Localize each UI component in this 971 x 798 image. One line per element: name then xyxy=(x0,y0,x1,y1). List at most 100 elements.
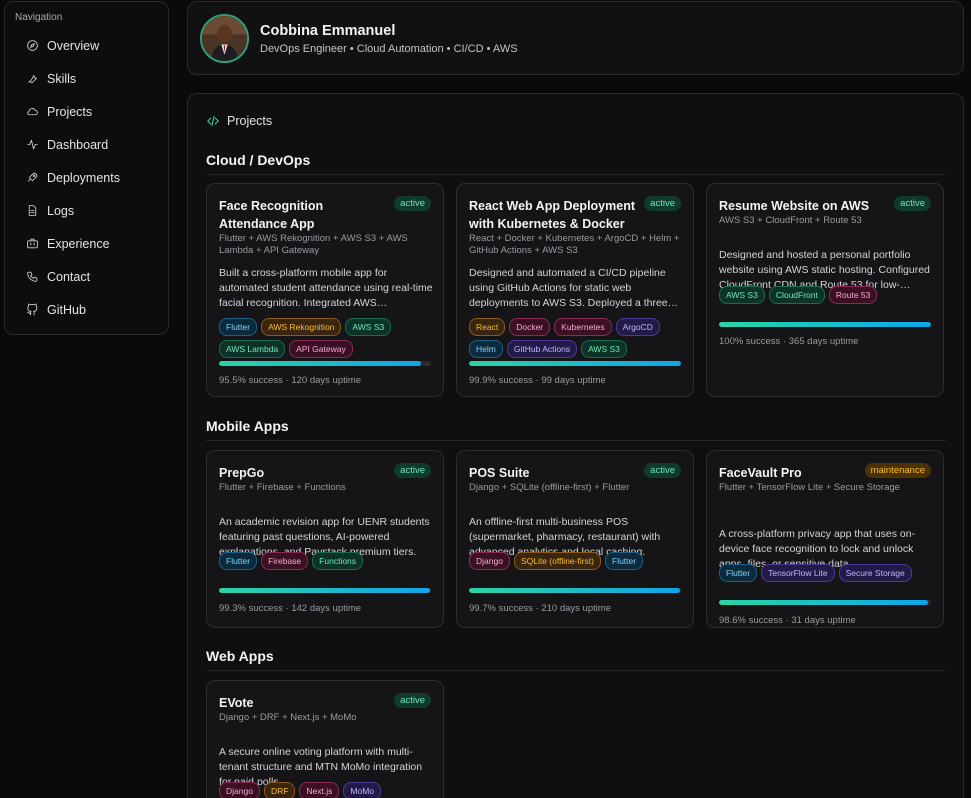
tech-tag: Helm xyxy=(469,340,503,358)
tech-tag: Flutter xyxy=(219,552,258,570)
tech-tag: DRF xyxy=(263,782,296,798)
project-title: EVote xyxy=(219,696,254,710)
sidebar-item-dashboard[interactable]: Dashboard xyxy=(13,128,160,161)
tag-list: React Docker Kubernetes ArgoCD Helm GitHub Ac… xyxy=(469,318,689,358)
sidebar-item-label: Dashboard xyxy=(47,137,109,152)
section-title: Cloud / DevOps xyxy=(206,152,311,168)
success-bar-fill xyxy=(719,322,931,327)
tech-tag: AWS Rekognition xyxy=(261,318,342,336)
project-card[interactable]: EVote active Django + DRF + Next.js + MoMo… xyxy=(206,680,444,798)
briefcase-icon xyxy=(25,237,39,251)
project-stack: Flutter + Firebase + Functions xyxy=(219,482,346,493)
tag-list: Django DRF Next.js MoMo xyxy=(219,782,439,798)
status-badge: active xyxy=(394,196,431,211)
sidebar-item-contact[interactable]: Contact xyxy=(13,260,160,293)
success-bar-fill xyxy=(719,600,929,605)
sidebar-item-label: Overview xyxy=(47,38,100,53)
project-title: Resume Website on AWS xyxy=(719,199,870,213)
sidebar-item-experience[interactable]: Experience xyxy=(13,227,160,260)
tech-tag: ArgoCD xyxy=(615,318,660,336)
profile-subtitle: DevOps Engineer • Cloud Automation • CI/… xyxy=(260,43,518,55)
success-bar xyxy=(219,361,431,366)
profile-name: Cobbina Emmanuel xyxy=(260,23,396,39)
tech-tag: CloudFront xyxy=(768,286,825,304)
profile-header: Cobbina Emmanuel DevOps Engineer • Cloud… xyxy=(187,1,964,75)
sidebar-item-label: GitHub xyxy=(47,302,86,317)
sidebar-item-label: Skills xyxy=(47,71,77,86)
tech-tag: Secure Storage xyxy=(838,564,912,582)
project-stack: Django + SQLite (offline-first) + Flutte… xyxy=(469,482,630,493)
project-description: Designed and automated a CI/CD pipeline … xyxy=(469,267,679,309)
project-card[interactable]: React Web App Deployment with Kubernetes… xyxy=(456,183,694,397)
success-bar xyxy=(719,322,931,327)
compass-icon xyxy=(25,39,39,53)
sidebar: Navigation Overview Skills Projects Dash… xyxy=(4,1,169,335)
tech-tag: Next.js xyxy=(299,782,340,798)
sidebar-item-deployments[interactable]: Deployments xyxy=(13,161,160,194)
project-card[interactable]: Resume Website on AWS active AWS S3 + Clou… xyxy=(706,183,944,397)
project-stack: React + Docker + Kubernetes + ArgoCD + H… xyxy=(469,233,680,256)
sidebar-item-github[interactable]: GitHub xyxy=(13,293,160,326)
tech-tag: AWS Lambda xyxy=(219,340,286,358)
project-stack: Flutter + AWS Rekognition + AWS S3 + AWS… xyxy=(219,233,408,256)
tech-tag: AWS S3 xyxy=(345,318,392,336)
code-icon xyxy=(207,115,219,127)
success-bar-fill xyxy=(219,361,422,366)
phone-icon xyxy=(25,270,39,284)
project-card[interactable]: PrepGo active Flutter + Firebase + Functio… xyxy=(206,450,444,628)
section-divider xyxy=(206,440,946,441)
tech-tag: Functions xyxy=(312,552,364,570)
sidebar-item-projects[interactable]: Projects xyxy=(13,95,160,128)
tech-tag: MoMo xyxy=(343,782,382,798)
tech-tag: GitHub Actions xyxy=(506,340,578,358)
tech-tag: Django xyxy=(469,552,510,570)
cloud-icon xyxy=(25,105,39,119)
section-title: Mobile Apps xyxy=(206,418,289,434)
tech-tag: Firebase xyxy=(261,552,309,570)
sidebar-title: Navigation xyxy=(15,12,63,23)
project-title: FaceVault Pro xyxy=(719,466,802,480)
sidebar-item-skills[interactable]: Skills xyxy=(13,62,160,95)
status-badge: active xyxy=(394,463,431,478)
tech-tag: AWS S3 xyxy=(581,340,627,358)
tech-tag: Flutter xyxy=(605,552,644,570)
sidebar-item-label: Deployments xyxy=(47,170,120,185)
project-stats: 99.9% success · 99 days uptime xyxy=(469,375,606,386)
sidebar-item-label: Projects xyxy=(47,104,93,119)
project-title: Face Recognition Attendance App xyxy=(219,199,324,231)
status-badge: active xyxy=(894,196,931,211)
section-divider xyxy=(206,670,946,671)
success-bar-fill xyxy=(219,588,430,593)
tech-tag: Django xyxy=(219,782,260,798)
tech-tag: AWS S3 xyxy=(719,286,765,304)
sidebar-item-label: Logs xyxy=(47,203,75,218)
project-card[interactable]: POS Suite active Django + SQLite (offline-… xyxy=(456,450,694,628)
status-badge: active xyxy=(644,196,681,211)
project-card[interactable]: Face Recognition Attendance App active Flu… xyxy=(206,183,444,397)
tech-tag: Route 53 xyxy=(828,286,878,304)
activity-icon xyxy=(25,138,39,152)
project-title: PrepGo xyxy=(219,466,265,480)
tech-tag: SQLite (offline-first) xyxy=(513,552,601,570)
section-divider xyxy=(206,174,946,175)
sidebar-item-overview[interactable]: Overview xyxy=(13,29,160,62)
rocket-icon xyxy=(25,171,39,185)
status-badge: active xyxy=(394,693,431,708)
file-icon xyxy=(25,204,39,218)
status-badge: maintenance xyxy=(864,463,931,478)
success-bar xyxy=(219,588,431,593)
tech-tag: Kubernetes xyxy=(554,318,612,336)
tag-list: AWS S3 CloudFront Route 53 xyxy=(719,286,939,304)
project-stack: AWS S3 + CloudFront + Route 53 xyxy=(719,215,862,226)
project-stats: 99.7% success · 210 days uptime xyxy=(469,603,612,614)
project-card[interactable]: FaceVault Pro maintenance Flutter + Tensor… xyxy=(706,450,944,628)
projects-heading-label: Projects xyxy=(227,114,273,128)
tag-list: Flutter AWS Rekognition AWS S3 AWS Lambda AP… xyxy=(219,318,439,358)
sidebar-item-logs[interactable]: Logs xyxy=(13,194,160,227)
tech-tag: Docker xyxy=(509,318,551,336)
tag-list: Flutter Firebase Functions xyxy=(219,552,439,570)
tech-tag: TensorFlow Lite xyxy=(761,564,835,582)
project-description: Built a cross-platform mobile app for au… xyxy=(219,267,433,309)
projects-heading: Projects xyxy=(206,114,272,128)
success-bar xyxy=(469,361,681,366)
